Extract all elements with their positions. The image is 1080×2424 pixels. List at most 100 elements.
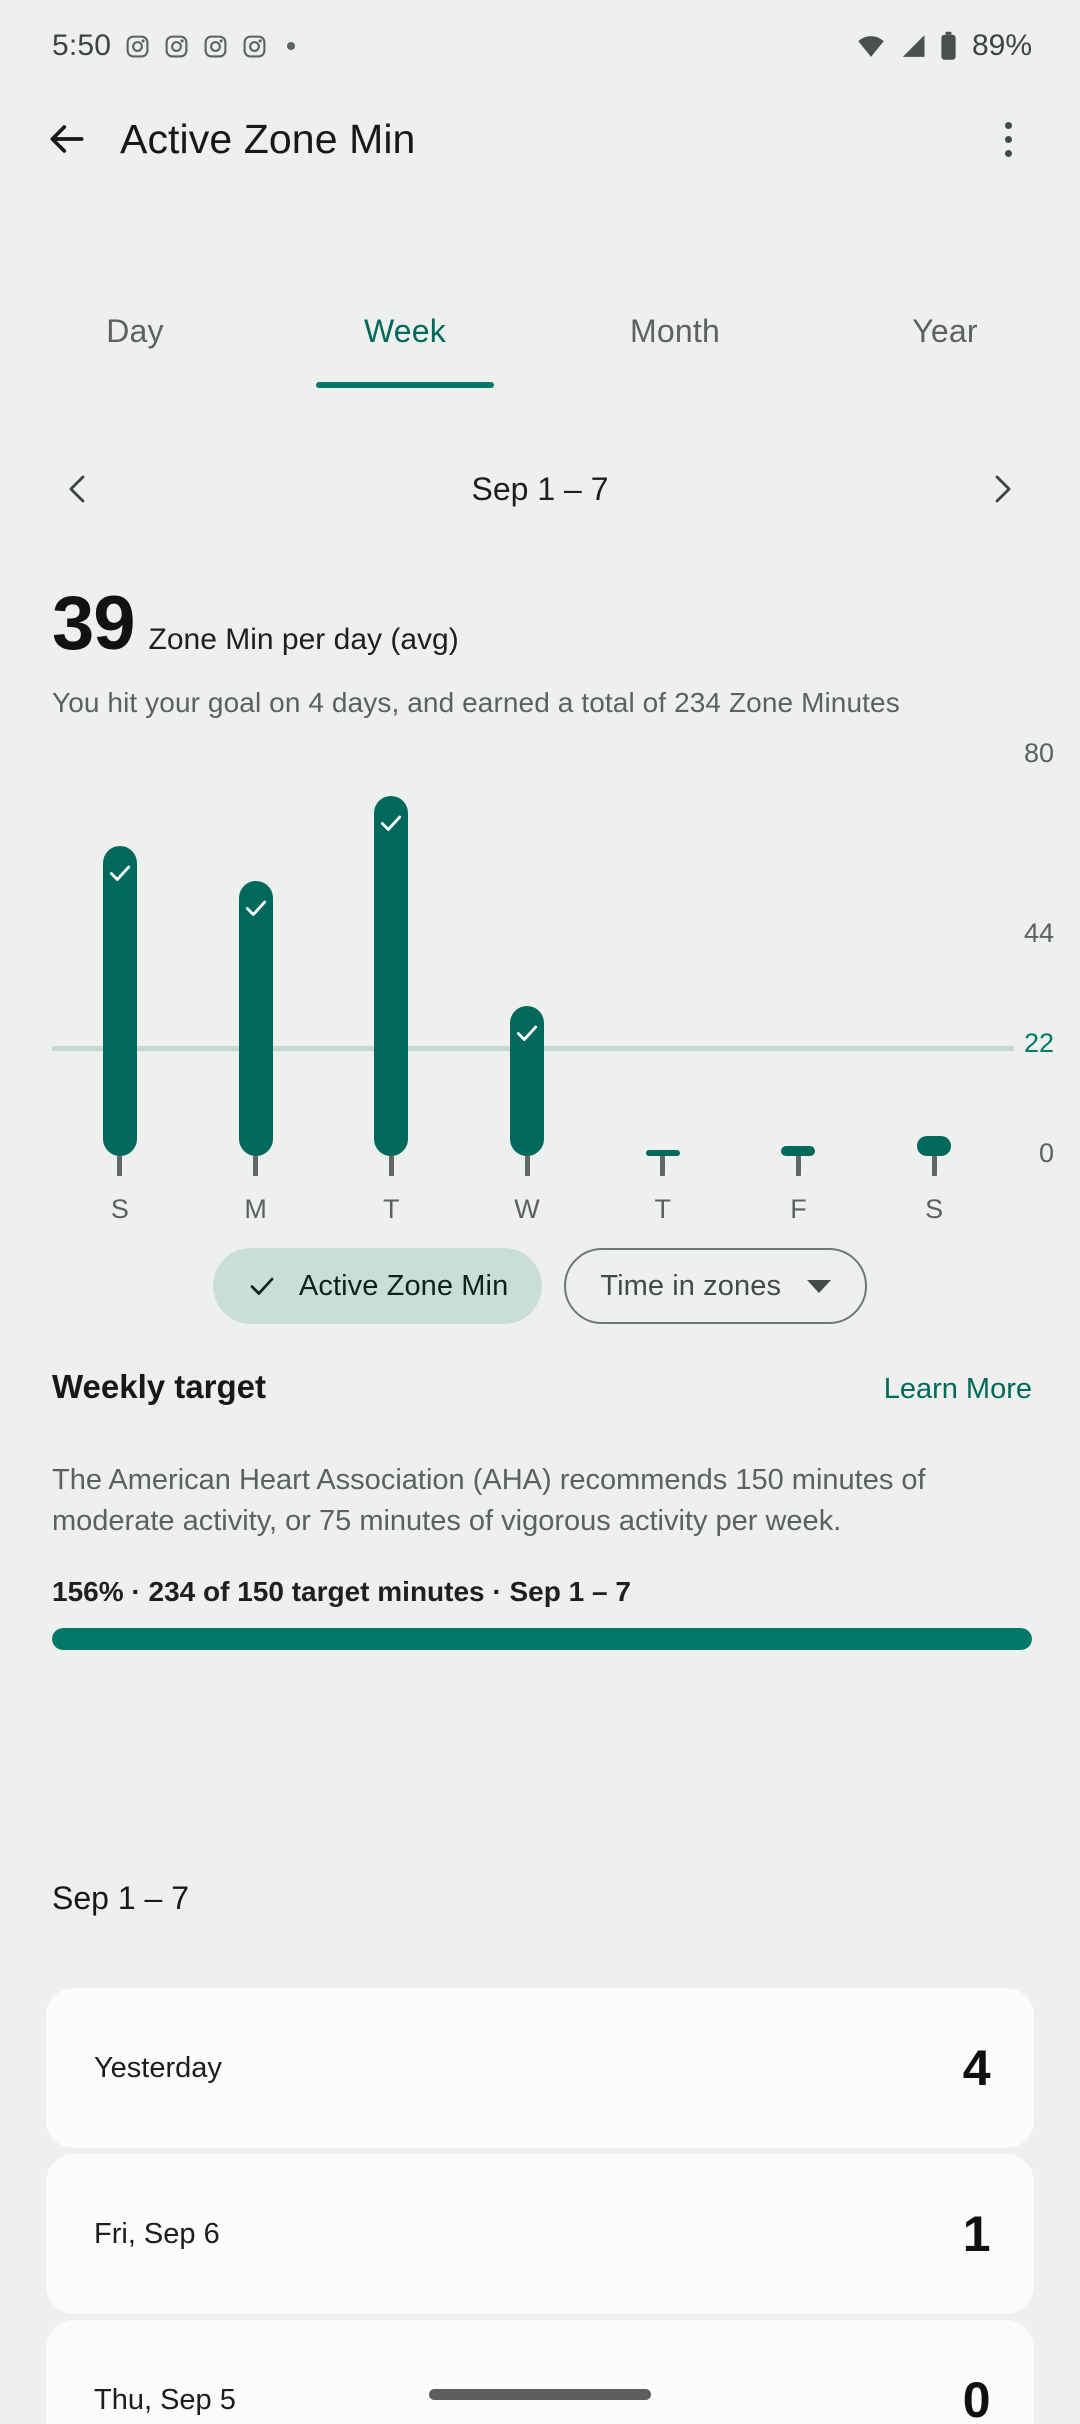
weekly-target-stat: 156% · 234 of 150 target minutes · Sep 1… — [52, 1576, 631, 1607]
check-icon — [381, 815, 402, 831]
page-title: Active Zone Min — [120, 115, 416, 162]
check-icon — [109, 865, 130, 881]
chart-x-tick: F — [731, 1156, 867, 1225]
period-tabs: Day Week Month Year — [0, 288, 1080, 388]
more-notifications-dot — [287, 42, 296, 50]
list-item-label: Yesterday — [94, 2051, 222, 2084]
tab-year[interactable]: Year — [810, 288, 1080, 374]
chart-bar-column[interactable] — [459, 756, 595, 1156]
overflow-menu-button[interactable] — [980, 108, 1036, 170]
chip-label: Time in zones — [600, 1269, 782, 1302]
list-heading: Sep 1 – 7 — [52, 1880, 189, 1916]
chart-bar[interactable] — [102, 846, 137, 1156]
chart-x-tick: M — [188, 1156, 324, 1225]
chart-bar-column[interactable] — [52, 756, 188, 1156]
x-tick-label: W — [514, 1194, 540, 1224]
summary-unit: Zone Min per day (avg) — [148, 623, 459, 656]
chart-bar[interactable] — [781, 1146, 816, 1156]
tab-label: Month — [630, 312, 720, 349]
home-indicator[interactable] — [429, 2389, 651, 2400]
chevron-right-icon — [995, 475, 1011, 503]
list-item-value-group: 0 — [962, 2371, 991, 2424]
tab-day[interactable]: Day — [0, 288, 270, 374]
chart-x-tick: T — [323, 1156, 459, 1225]
previous-week-button[interactable] — [48, 459, 108, 519]
x-tick-mark — [117, 1156, 123, 1176]
chip-time-in-zones[interactable]: Time in zones — [564, 1248, 868, 1324]
battery-icon — [941, 31, 956, 60]
next-week-button[interactable] — [972, 459, 1032, 519]
list-item[interactable]: Thu, Sep 5 0 — [46, 2320, 1034, 2424]
status-bar-left: 5:50 — [52, 29, 296, 63]
chart-filter-chips: Active Zone Min Time in zones — [0, 1248, 1080, 1324]
x-tick-label: T — [383, 1194, 400, 1224]
check-icon — [245, 900, 266, 916]
chart-x-tick: S — [52, 1156, 188, 1225]
list-item-value-group: 1 — [962, 2205, 991, 2263]
list-item-value: 0 — [962, 2372, 991, 2424]
list-item[interactable]: Fri, Sep 6 1 — [46, 2154, 1034, 2314]
check-icon — [516, 1025, 538, 1041]
activity-bar-chart[interactable]: S M T W T F S 0 22 44 80 — [0, 738, 1080, 1224]
check-icon — [250, 1277, 274, 1295]
y-tick-label: 80 — [1023, 738, 1054, 768]
status-bar-right: 89% — [855, 29, 1032, 63]
chevron-left-icon — [69, 475, 85, 503]
chart-bar-column[interactable] — [323, 756, 459, 1156]
instagram-icon — [243, 35, 266, 57]
x-tick-mark — [931, 1156, 937, 1176]
daily-breakdown-list: Yesterday4Fri, Sep 61Thu, Sep 50Wed, Sep… — [46, 1988, 1034, 2424]
weekly-target-progress-fill — [52, 1628, 1032, 1650]
chevron-down-icon — [807, 1279, 832, 1293]
chart-bar[interactable] — [917, 1136, 952, 1156]
app-bar: Active Zone Min — [0, 96, 1080, 182]
x-tick-label: F — [790, 1194, 807, 1224]
chart-bar-column[interactable] — [595, 756, 731, 1156]
weekly-target-title: Weekly target — [52, 1368, 266, 1405]
chip-label: Active Zone Min — [298, 1269, 509, 1302]
summary-subtitle: You hit your goal on 4 days, and earned … — [52, 687, 900, 718]
instagram-icon — [126, 35, 149, 57]
cellular-signal-icon — [902, 35, 925, 57]
wifi-icon — [858, 36, 884, 57]
x-tick-mark — [253, 1156, 259, 1176]
more-vertical-icon — [1004, 135, 1012, 143]
chart-bar-column[interactable] — [188, 756, 324, 1156]
summary-value: 39 — [52, 581, 136, 666]
chart-bar[interactable] — [510, 1006, 545, 1156]
instagram-icon — [165, 35, 188, 57]
more-vertical-icon — [1004, 121, 1012, 129]
x-tick-label: T — [654, 1194, 671, 1224]
status-time: 5:50 — [52, 29, 112, 62]
summary-section: 39 Zone Min per day (avg) You hit your g… — [52, 586, 1032, 719]
tab-week[interactable]: Week — [270, 288, 540, 388]
x-tick-mark — [524, 1156, 530, 1176]
tab-label: Day — [106, 312, 164, 349]
weekly-target-description: The American Heart Association (AHA) rec… — [52, 1464, 926, 1538]
tab-label: Year — [912, 312, 978, 349]
chart-x-tick: S — [866, 1156, 1002, 1225]
chip-active-zone-min[interactable]: Active Zone Min — [212, 1248, 543, 1324]
x-tick-mark — [660, 1156, 666, 1176]
battery-percent: 89% — [971, 29, 1032, 62]
list-item[interactable]: Yesterday 4 — [46, 1988, 1034, 2148]
learn-more-link[interactable]: Learn More — [884, 1373, 1032, 1406]
chart-bar[interactable] — [374, 796, 409, 1156]
more-vertical-icon — [1004, 149, 1012, 157]
tab-label: Week — [363, 312, 447, 349]
y-tick-label: 44 — [1023, 918, 1054, 948]
status-bar: 5:50 89% — [0, 0, 1080, 92]
chart-bars — [52, 756, 1002, 1156]
chart-bar-column[interactable] — [731, 756, 867, 1156]
list-item-value: 1 — [962, 2206, 991, 2262]
back-button[interactable] — [36, 108, 98, 170]
back-arrow-icon — [50, 125, 84, 153]
chart-bar-column[interactable] — [866, 756, 1002, 1156]
chart-plot-area — [52, 756, 1014, 1156]
weekly-target-progress — [52, 1628, 1032, 1650]
list-item-label: Fri, Sep 6 — [94, 2217, 220, 2250]
summary-headline: 39 Zone Min per day (avg) — [52, 586, 1032, 662]
tab-month[interactable]: Month — [540, 288, 810, 374]
chart-bar[interactable] — [238, 881, 273, 1156]
x-tick-mark — [795, 1156, 801, 1176]
